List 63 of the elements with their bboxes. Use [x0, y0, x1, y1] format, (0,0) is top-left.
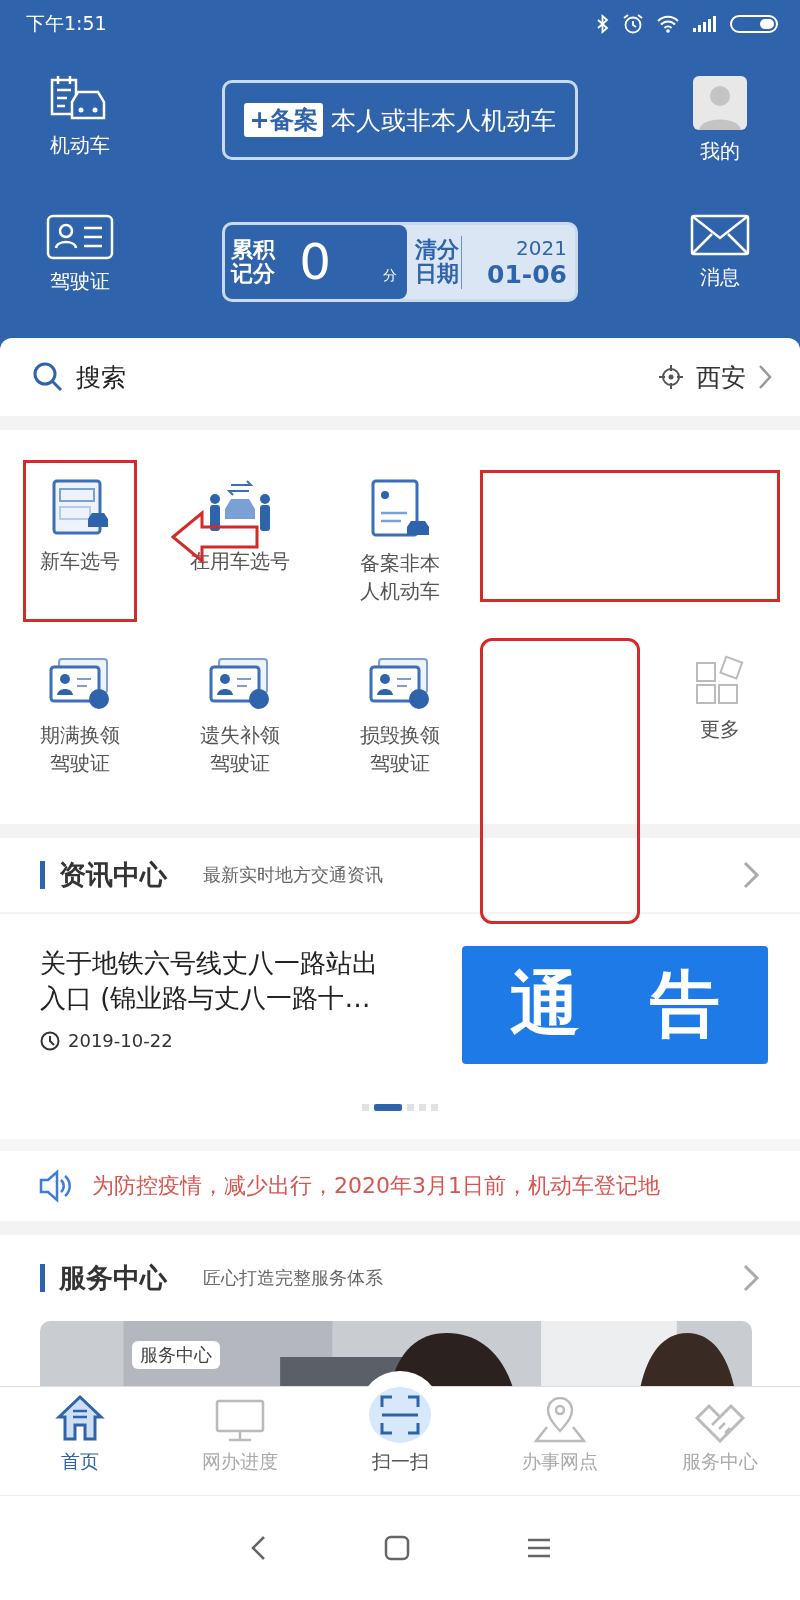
menu-icon[interactable]	[526, 1537, 552, 1559]
chevron-right-icon	[758, 364, 772, 390]
status-time: 下午1:51	[26, 11, 107, 36]
service-item[interactable]: 期满换领驾驶证	[23, 638, 137, 804]
city-selector[interactable]: 西安	[658, 360, 772, 394]
clear-year: 2021	[516, 235, 567, 260]
section-subtitle: 最新实时地方交通资讯	[203, 863, 384, 887]
register-card[interactable]: +备案 本人或非本人机动车	[222, 80, 578, 160]
notice-text: 为防控疫情，减少出行，2020年3月1日前，机动车登记地	[92, 1172, 660, 1200]
section-title: 资讯中心	[59, 858, 167, 892]
more-icon	[695, 655, 745, 705]
signal-icon	[692, 15, 718, 33]
points-value: 0	[299, 233, 332, 291]
speaker-icon	[38, 1169, 72, 1203]
chevron-right-icon[interactable]	[742, 1263, 760, 1293]
document-car-icon	[369, 477, 431, 539]
banner-tag: 服务中心	[132, 1341, 220, 1369]
service-item[interactable]: 备案非本人机动车	[343, 460, 457, 622]
chevron-right-icon[interactable]	[742, 860, 760, 890]
avatar-icon	[693, 76, 747, 130]
monitor-icon	[215, 1399, 265, 1443]
points-label: 累积记分	[231, 237, 277, 287]
section-subtitle: 匠心打造完整服务体系	[203, 1266, 384, 1290]
locate-icon	[658, 364, 684, 390]
search-icon	[32, 361, 64, 393]
license-button[interactable]: 驾驶证	[46, 214, 114, 314]
envelope-icon	[690, 214, 750, 256]
news-item[interactable]: 关于地铁六号线丈八一路站出入口 (锦业路与丈八一路十… 2019-10-22 通 告	[0, 914, 800, 1064]
messages-button[interactable]: 消息	[690, 214, 750, 314]
tab[interactable]: 首页	[0, 1387, 160, 1495]
vehicle-button[interactable]: 机动车	[48, 76, 112, 176]
points-card[interactable]: 累积记分 0 分 清分日期 2021 01-06	[222, 222, 578, 302]
battery-icon	[730, 14, 778, 34]
service-item[interactable]: 更多	[663, 638, 777, 804]
scan-icon	[380, 1395, 420, 1435]
map-pin-icon	[533, 1397, 587, 1443]
home-button-icon[interactable]	[384, 1535, 410, 1561]
service-item[interactable]: 损毁换领驾驶证	[343, 638, 457, 804]
bluetooth-icon	[596, 14, 610, 34]
register-text: 本人或非本人机动车	[330, 104, 556, 137]
clear-date-label: 清分日期	[415, 237, 460, 287]
section-title: 服务中心	[59, 1261, 167, 1295]
notice-bar[interactable]: 为防控疫情，减少出行，2020年3月1日前，机动车登记地	[0, 1151, 800, 1221]
service-item[interactable]: 新车选号	[23, 460, 137, 622]
plate-card-icon	[50, 477, 110, 537]
clear-date: 01-06	[487, 259, 567, 289]
service-item[interactable]: 遗失补领驾驶证	[183, 638, 297, 804]
register-tag: +备案	[244, 103, 323, 137]
home-icon	[55, 1393, 105, 1443]
profile-button[interactable]: 我的	[693, 76, 747, 176]
section-marker	[40, 1264, 45, 1292]
news-date: 2019-10-22	[68, 1030, 173, 1052]
search-bar[interactable]: 搜索 西安	[0, 338, 800, 416]
tab[interactable]: 扫一扫	[320, 1387, 480, 1495]
wifi-icon	[656, 14, 680, 34]
section-marker	[40, 861, 45, 889]
clock-icon	[40, 1030, 60, 1051]
notice-banner: 通 告	[462, 946, 768, 1064]
search-placeholder: 搜索	[76, 361, 127, 394]
news-title: 关于地铁六号线丈八一路站出入口 (锦业路与丈八一路十…	[40, 947, 379, 1016]
points-unit: 分	[383, 267, 397, 285]
alarm-icon	[622, 13, 644, 35]
id-card-icon	[46, 214, 114, 260]
